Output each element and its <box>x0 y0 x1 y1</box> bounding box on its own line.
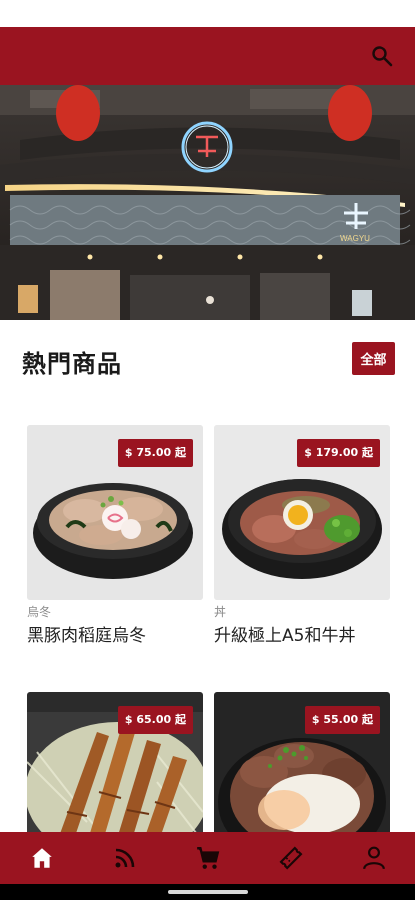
app-bar <box>0 27 415 85</box>
nav-account[interactable] <box>354 838 394 878</box>
home-icon <box>31 848 52 868</box>
nav-coupons[interactable] <box>271 838 311 878</box>
cart-icon <box>196 847 219 869</box>
product-image: $ 179.00 起 <box>214 425 390 600</box>
nav-cart[interactable] <box>188 838 228 878</box>
price-badge: $ 55.00 起 <box>304 706 380 734</box>
view-all-button[interactable]: 全部 <box>352 342 395 375</box>
section-title: 熱門商品 <box>22 350 122 378</box>
status-bar <box>0 0 415 27</box>
product-name: 升級極上A5和牛丼 <box>214 626 356 646</box>
product-card[interactable]: $ 75.00 起 烏冬 黑豚肉稻庭烏冬 <box>27 425 203 647</box>
product-name: 黑豚肉稻庭烏冬 <box>27 626 146 646</box>
system-navigation-bar <box>0 884 415 900</box>
rss-icon <box>115 848 134 868</box>
popular-section-header: 熱門商品 全部 <box>0 320 415 400</box>
price-badge: $ 75.00 起 <box>117 439 193 467</box>
price-badge: $ 65.00 起 <box>117 706 193 734</box>
price-badge: $ 179.00 起 <box>297 439 380 467</box>
search-button[interactable] <box>367 41 397 71</box>
bottom-navigation <box>0 832 415 884</box>
nav-home[interactable] <box>22 838 62 878</box>
product-category: 烏冬 <box>27 605 52 619</box>
banner-sign-text: WAGYU <box>340 234 370 243</box>
product-card[interactable]: $ 179.00 起 丼 升級極上A5和牛丼 <box>214 425 390 647</box>
store-banner-image: WAGYU <box>0 85 415 320</box>
ticket-icon <box>279 846 302 870</box>
product-image: $ 75.00 起 <box>27 425 203 600</box>
product-category: 丼 <box>214 605 227 619</box>
nav-feed[interactable] <box>105 838 145 878</box>
home-indicator[interactable] <box>168 890 248 894</box>
user-icon <box>362 846 385 870</box>
search-icon <box>372 46 393 67</box>
